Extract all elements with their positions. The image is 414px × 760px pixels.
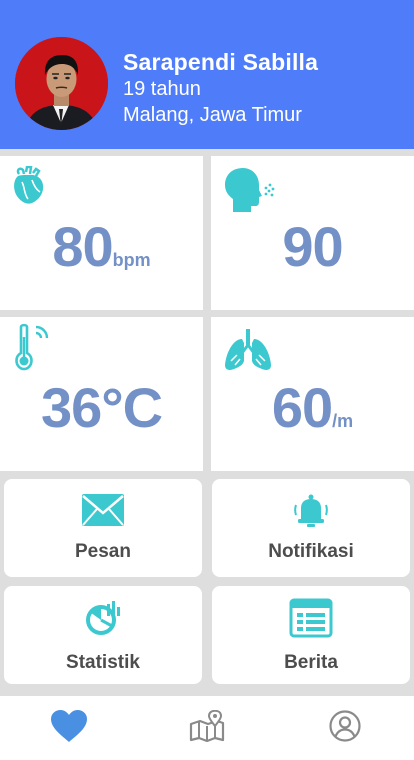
profile-age: 19 tahun [123, 78, 201, 100]
menu-notifikasi-button[interactable]: Notifikasi [212, 479, 410, 577]
oxygen-number: 90 [282, 215, 343, 278]
heart-rate-unit: bpm [112, 250, 151, 270]
user-circle-icon [329, 709, 361, 747]
news-icon [212, 598, 410, 638]
vital-card-respiration[interactable]: 60/m [211, 317, 414, 471]
menu-notifikasi-label: Notifikasi [268, 541, 354, 562]
pie-chart-icon [4, 600, 202, 636]
heart-icon [50, 709, 88, 748]
vital-card-temperature[interactable]: 36°C [0, 317, 203, 471]
vital-card-heart-rate[interactable]: 80bpm [0, 156, 203, 310]
bell-icon [212, 493, 410, 529]
profile-info: Sarapendi Sabilla 19 tahun Malang, Jawa … [123, 48, 318, 128]
breathing-head-icon [223, 166, 275, 219]
bottom-navigation [0, 696, 414, 760]
temperature-value: 36°C [0, 375, 203, 440]
menu-statistik-label: Statistik [66, 652, 140, 673]
heart-rate-value: 80bpm [0, 214, 203, 279]
oxygen-value: 90 [211, 214, 414, 279]
heart-organ-icon [12, 165, 46, 211]
vital-card-oxygen[interactable]: 90 [211, 156, 414, 310]
lungs-icon [223, 327, 273, 378]
profile-location: Malang, Jawa Timur [123, 104, 302, 126]
menu-pesan-label: Pesan [75, 541, 131, 562]
avatar[interactable] [15, 37, 108, 130]
temperature-number: 36°C [40, 376, 163, 439]
envelope-icon [4, 493, 202, 527]
menu-berita-label: Berita [284, 652, 338, 673]
respiration-number: 60 [271, 376, 333, 439]
profile-name: Sarapendi Sabilla [123, 49, 319, 75]
menu-berita-button[interactable]: Berita [212, 586, 410, 684]
nav-profile-button[interactable] [276, 696, 414, 760]
map-pin-icon [189, 709, 225, 747]
nav-map-button[interactable] [138, 696, 276, 760]
profile-header: Sarapendi Sabilla 19 tahun Malang, Jawa … [0, 0, 414, 149]
respiration-value: 60/m [211, 375, 414, 440]
respiration-unit: /m [332, 411, 354, 431]
heart-rate-number: 80 [52, 215, 113, 278]
menu-statistik-button[interactable]: Statistik [4, 586, 202, 684]
nav-home-button[interactable] [0, 696, 138, 760]
thermometer-icon [12, 323, 52, 376]
menu-pesan-button[interactable]: Pesan [4, 479, 202, 577]
